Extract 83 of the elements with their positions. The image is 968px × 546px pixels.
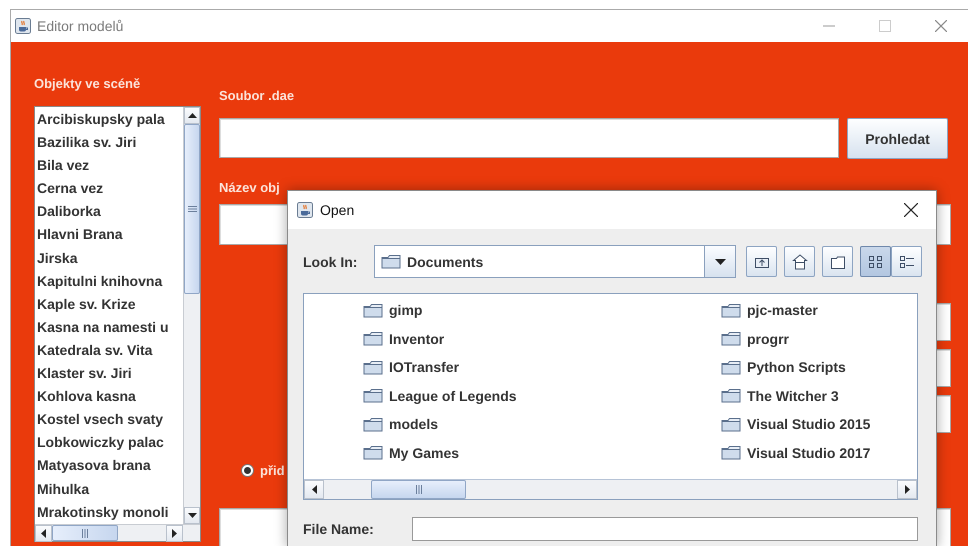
folder-icon [363, 360, 383, 375]
folder-name[interactable]: The Witcher 3 [747, 388, 839, 404]
list-item[interactable]: Jirska [37, 246, 183, 270]
folder-icon [363, 331, 383, 346]
folder-name[interactable]: My Games [389, 444, 460, 461]
folder-icon [363, 388, 383, 404]
list-item[interactable]: Kapitulni knihovna [37, 270, 183, 293]
left-arrow-icon [312, 485, 316, 494]
caret-icon [714, 258, 726, 264]
window-title: Editor modelů [37, 18, 124, 34]
home-icon [792, 254, 808, 270]
list-item[interactable]: Kohlova kasna [37, 385, 183, 408]
up-folder-button[interactable] [746, 246, 777, 277]
list-item[interactable]: Arcibiskupsky pala [37, 108, 183, 132]
folder-name[interactable]: progrr [747, 330, 789, 347]
file-path-field[interactable] [219, 118, 839, 158]
folder-icon [381, 254, 401, 269]
folder-icon [363, 445, 383, 460]
folder-icon [363, 302, 383, 318]
folder-icon [721, 388, 741, 404]
folder-name[interactable]: gimp [389, 302, 422, 318]
left-arrow-icon [41, 529, 46, 538]
list-item[interactable]: Mrakotinsky monoli [37, 500, 183, 524]
close-icon [935, 20, 947, 32]
folder-name[interactable]: League of Legends [389, 388, 517, 404]
list-item[interactable]: Katedrala sv. Vita [37, 338, 183, 362]
radio-label: přid [260, 462, 285, 478]
grip-icon [416, 485, 422, 494]
up-arrow-icon [188, 113, 196, 118]
radio-button[interactable] [241, 464, 254, 477]
look-in-dropdown[interactable]: Documents [374, 245, 736, 278]
app-icon [297, 202, 313, 218]
list-item[interactable]: Bila vez [37, 154, 183, 178]
right-arrow-icon [904, 485, 910, 494]
list-item[interactable]: Kostel vsech svaty [37, 408, 183, 432]
folder-name[interactable]: Python Scripts [747, 359, 846, 376]
list-view-button[interactable] [860, 246, 891, 277]
field-label: Název obj [219, 180, 281, 195]
folder-name[interactable]: models [389, 416, 438, 432]
folder-name[interactable]: Visual Studio 2015 [747, 416, 870, 432]
file-name-label: File Name: [303, 521, 375, 537]
list-item[interactable]: Daliborka [37, 200, 183, 224]
file-name-field[interactable] [412, 517, 918, 541]
browse-button[interactable]: Prohledat [847, 118, 948, 159]
list-item[interactable]: Bazilika sv. Jiri [37, 131, 183, 154]
folder-icon [721, 360, 741, 375]
maximize-icon [879, 20, 891, 32]
details-view-icon [898, 254, 914, 270]
folder-icon [363, 416, 383, 432]
list-item[interactable]: Matyasova brana [37, 454, 183, 478]
folder-name[interactable]: Visual Studio 2017 [747, 444, 870, 461]
list-item[interactable]: Kaple sv. Krize [37, 292, 183, 316]
folder-name[interactable]: Inventor [389, 330, 444, 347]
list-item[interactable]: Cerna vez [37, 177, 183, 200]
list-label: Objekty ve scéně [34, 76, 142, 91]
folder-icon [830, 254, 846, 270]
list-item[interactable]: Lobkowiczky palac [37, 431, 183, 454]
list-item[interactable]: Klaster sv. Jiri [37, 362, 183, 386]
look-in-label: Look In: [303, 254, 358, 270]
list-item[interactable]: Mihulka [37, 478, 183, 501]
folder-button[interactable] [822, 246, 853, 277]
field-label: Soubor .dae [219, 88, 296, 103]
vertical-scrollbar[interactable] [183, 107, 200, 524]
right-arrow-icon [172, 529, 177, 538]
dialog-title: Open [320, 202, 356, 218]
folder-name[interactable]: IOTransfer [389, 359, 460, 376]
horizontal-scrollbar[interactable] [304, 479, 917, 499]
folder-icon [721, 416, 741, 432]
list-item[interactable]: Kasna na namesti u [37, 316, 183, 339]
grip-icon [188, 206, 196, 212]
down-arrow-icon [188, 513, 196, 518]
list-item[interactable]: Hlavni Brana [37, 223, 183, 247]
close-icon [904, 203, 918, 217]
details-view-button[interactable] [891, 246, 922, 277]
home-button[interactable] [784, 246, 815, 277]
grip-icon [82, 528, 88, 538]
folder-icon [721, 302, 741, 318]
folder-icon [721, 331, 741, 346]
app-icon [15, 18, 31, 34]
folder-icon [721, 445, 741, 460]
horizontal-scrollbar[interactable] [35, 524, 200, 541]
folder-name[interactable]: pjc-master [747, 302, 818, 318]
list-view-icon [868, 254, 884, 270]
